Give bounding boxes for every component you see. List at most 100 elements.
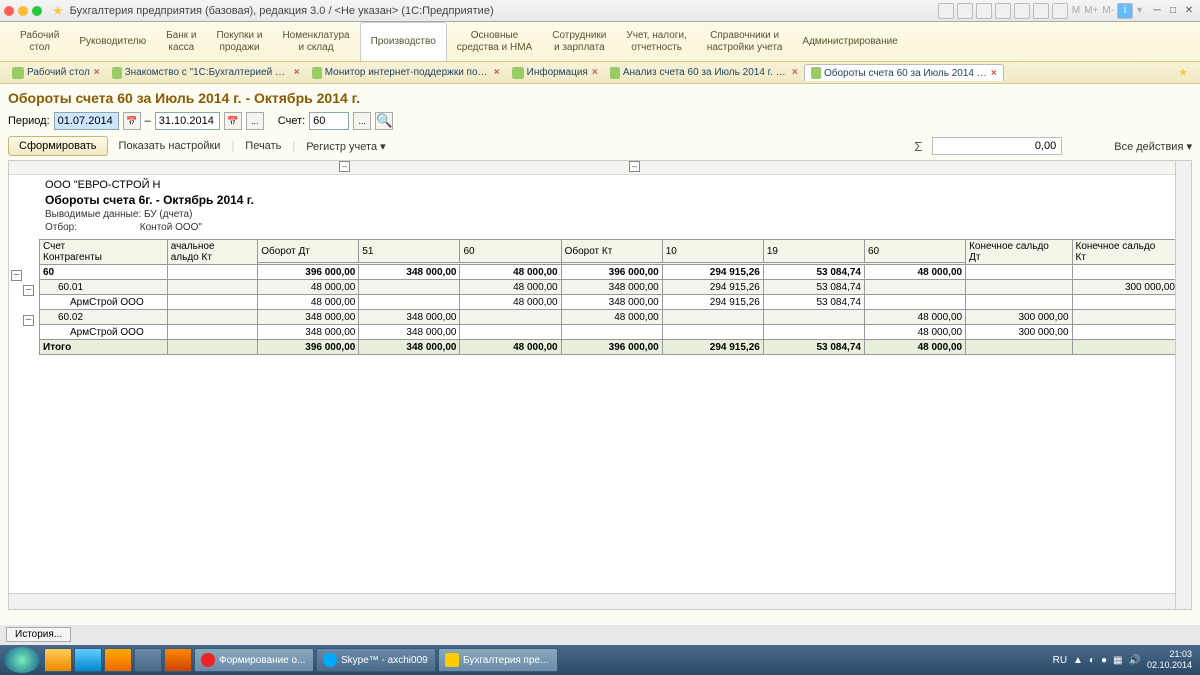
menu-item-6[interactable]: Основныесредства и НМА: [447, 22, 542, 61]
tree-toggle-6001[interactable]: –: [23, 285, 34, 296]
tab-5[interactable]: Обороты счета 60 за Июль 2014 г. - Окт..…: [804, 64, 1004, 81]
menu-item-7[interactable]: Сотрудникии зарплата: [542, 22, 616, 61]
print-link[interactable]: Печать: [240, 138, 286, 154]
tabs-favorite-icon[interactable]: ★: [1172, 66, 1194, 79]
calendar-to-icon[interactable]: 📅: [224, 112, 242, 130]
tray-flag-icon[interactable]: ▲: [1073, 655, 1083, 666]
tray-icon-2[interactable]: ●: [1101, 655, 1107, 666]
account-more-button[interactable]: ...: [353, 112, 371, 130]
task-opera[interactable]: Формирование о...: [194, 648, 314, 672]
report-grid: СчетКонтрагенты ачальное альдо Кт Оборот…: [39, 239, 1179, 355]
favorite-icon[interactable]: ★: [52, 3, 64, 19]
hdr-10: 10: [662, 240, 763, 263]
traffic-green-icon[interactable]: [32, 6, 42, 16]
show-settings-link[interactable]: Показать настройки: [114, 138, 226, 154]
table-row[interactable]: АрмСтрой ООО348 000,00348 000,0048 000,0…: [40, 325, 1179, 340]
hdr-60b: 60: [864, 240, 965, 263]
tab-4[interactable]: Анализ счета 60 за Июль 2014 г. - Октяб.…: [604, 65, 804, 81]
m-btn[interactable]: M: [1072, 5, 1080, 16]
account-search-icon[interactable]: 🔍: [375, 112, 393, 130]
menu-item-8[interactable]: Учет, налоги,отчетность: [616, 22, 696, 61]
menu-item-1[interactable]: Руководителю: [69, 22, 156, 61]
tree-toggle-6002[interactable]: –: [23, 315, 34, 326]
register-link[interactable]: Регистр учета ▾: [301, 138, 390, 155]
date-to-input[interactable]: [155, 112, 220, 130]
tab-close-icon[interactable]: ×: [592, 67, 598, 78]
start-button[interactable]: [4, 647, 40, 673]
menu-item-3[interactable]: Покупки ипродажи: [206, 22, 272, 61]
tab-3[interactable]: Информация×: [506, 65, 604, 81]
menu-item-0[interactable]: Рабочийстол: [10, 22, 69, 61]
date-from-input[interactable]: [54, 112, 119, 130]
tab-close-icon[interactable]: ×: [294, 67, 300, 78]
system-tray: RU ▲ ◐ ● ▦ 🔊 21:0302.10.2014: [1053, 649, 1196, 671]
horizontal-scrollbar[interactable]: [9, 593, 1175, 609]
account-input[interactable]: [309, 112, 349, 130]
table-row[interactable]: 60396 000,00348 000,0048 000,00396 000,0…: [40, 265, 1179, 280]
menu-item-4[interactable]: Номенклатураи склад: [272, 22, 359, 61]
all-actions-link[interactable]: Все действия ▾: [1114, 140, 1192, 153]
table-row[interactable]: АрмСтрой ООО48 000,0048 000,00348 000,00…: [40, 295, 1179, 310]
tab-2[interactable]: Монитор интернет-поддержки пользоват...×: [306, 65, 506, 81]
vertical-scrollbar[interactable]: [1175, 161, 1191, 609]
period-more-button[interactable]: ...: [246, 112, 264, 130]
tree-toggle-60[interactable]: –: [11, 270, 22, 281]
menu-item-2[interactable]: Банк икасса: [156, 22, 206, 61]
toolbar-btn-3[interactable]: [976, 3, 992, 19]
toolbar-btn-6[interactable]: [1033, 3, 1049, 19]
form-button[interactable]: Сформировать: [8, 136, 108, 156]
maximize-icon[interactable]: □: [1166, 4, 1180, 18]
help-btn[interactable]: i: [1117, 3, 1133, 19]
tab-1[interactable]: Знакомство с "1С:Бухгалтерией 8" ред. 3.…: [106, 65, 306, 81]
hdr-end-dt: Конечное сальдо Дт: [966, 240, 1072, 265]
task-explorer[interactable]: [44, 648, 72, 672]
tab-close-icon[interactable]: ×: [991, 68, 997, 79]
tab-close-icon[interactable]: ×: [494, 67, 500, 78]
tab-close-icon[interactable]: ×: [94, 67, 100, 78]
dropdown-btn[interactable]: ▾: [1137, 5, 1142, 16]
table-row[interactable]: Итого396 000,00348 000,0048 000,00396 00…: [40, 340, 1179, 355]
toolbar-btn-4[interactable]: [995, 3, 1011, 19]
history-bar: История...: [0, 625, 1200, 645]
hdr-19: 19: [763, 240, 864, 263]
traffic-red-icon[interactable]: [4, 6, 14, 16]
page-title: Обороты счета 60 за Июль 2014 г. - Октяб…: [8, 90, 1192, 106]
tab-close-icon[interactable]: ×: [792, 67, 798, 78]
tray-volume-icon[interactable]: 🔊: [1129, 655, 1141, 666]
tab-icon: [12, 67, 24, 79]
m-minus-btn[interactable]: M-: [1102, 5, 1114, 16]
minimize-icon[interactable]: ─: [1150, 4, 1164, 18]
task-ie[interactable]: [74, 648, 102, 672]
tab-0[interactable]: Рабочий стол×: [6, 65, 106, 81]
lang-indicator[interactable]: RU: [1053, 655, 1067, 666]
menu-item-9[interactable]: Справочники инастройки учета: [697, 22, 793, 61]
tray-network-icon[interactable]: ▦: [1113, 655, 1122, 666]
table-row[interactable]: 60.02348 000,00348 000,0048 000,0048 000…: [40, 310, 1179, 325]
task-firefox[interactable]: [164, 648, 192, 672]
toolbar-btn-2[interactable]: [957, 3, 973, 19]
table-row[interactable]: 60.0148 000,0048 000,00348 000,00294 915…: [40, 280, 1179, 295]
close-icon[interactable]: ✕: [1182, 4, 1196, 18]
m-plus-btn[interactable]: M+: [1084, 5, 1098, 16]
hdr-dt: Оборот Дт: [258, 240, 359, 263]
traffic-yellow-icon[interactable]: [18, 6, 28, 16]
toolbar-btn-5[interactable]: [1014, 3, 1030, 19]
sigma-icon: Σ: [914, 139, 922, 154]
calendar-from-icon[interactable]: 📅: [123, 112, 141, 130]
toolbar-btn-7[interactable]: [1052, 3, 1068, 19]
history-button[interactable]: История...: [6, 627, 71, 642]
menu-item-10[interactable]: Администрирование: [792, 22, 907, 61]
col-collapse-1[interactable]: –: [339, 161, 350, 172]
report-wrap: – – – – – ООО "ЕВРО-СТРОЙ Н Обороты счет…: [8, 160, 1192, 610]
col-collapse-2[interactable]: –: [629, 161, 640, 172]
task-1c[interactable]: Бухгалтерия пре...: [438, 648, 558, 672]
task-skype[interactable]: Skype™ - axchi009: [316, 648, 436, 672]
company-name: ООО "ЕВРО-СТРОЙ Н: [39, 175, 1191, 191]
toolbar-btn-1[interactable]: [938, 3, 954, 19]
task-blank[interactable]: [134, 648, 162, 672]
task-wmp[interactable]: [104, 648, 132, 672]
clock[interactable]: 21:0302.10.2014: [1147, 649, 1192, 671]
tray-icon-1[interactable]: ◐: [1089, 655, 1095, 666]
menu-item-5[interactable]: Производство: [360, 22, 447, 61]
sum-box[interactable]: [932, 137, 1062, 155]
